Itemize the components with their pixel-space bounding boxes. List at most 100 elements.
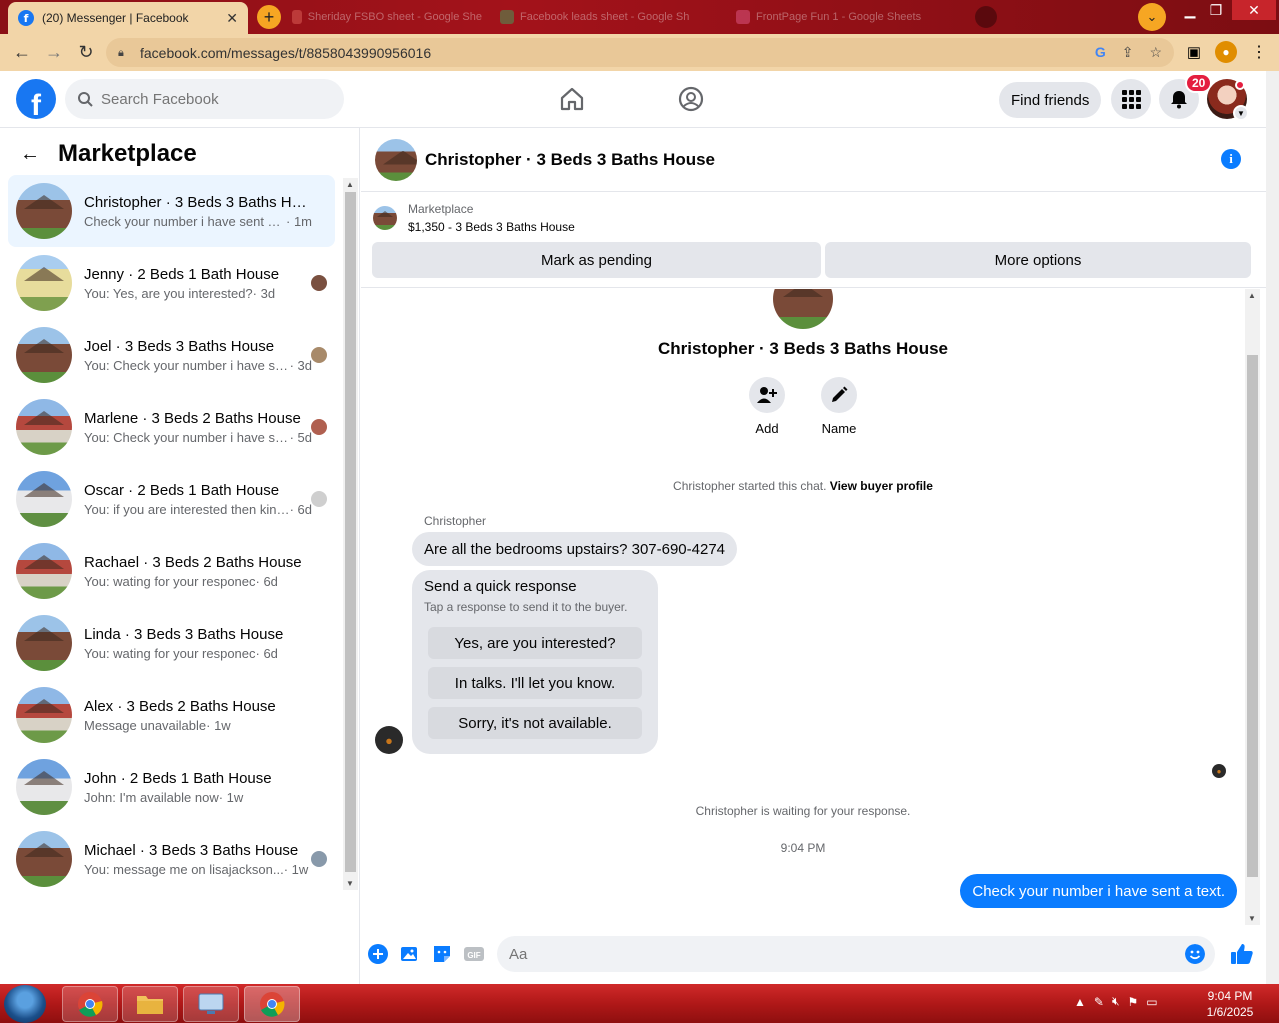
emoji-icon[interactable] [1185,944,1205,964]
browser-profile-icon[interactable]: ● [1215,41,1237,63]
quick-response-button[interactable]: Yes, are you interested? [428,627,642,659]
menu-grid-icon[interactable] [1111,79,1151,119]
control-panel-taskbar-icon[interactable] [183,986,239,1022]
reload-icon[interactable]: ↻ [70,37,102,69]
snippet-text: You: Yes, are you interested? [84,285,253,301]
facebook-search[interactable] [65,79,344,119]
tab-close-icon[interactable]: ✕ [226,10,238,27]
sticker-icon[interactable] [432,944,452,964]
info-icon[interactable]: i [1221,149,1241,169]
listing-description[interactable]: $1,350 - 3 Beds 3 Baths House [408,220,575,234]
search-input[interactable] [101,90,321,108]
facebook-logo-icon[interactable]: f [16,79,56,119]
tab-messenger[interactable]: f (20) Messenger | Facebook ✕ [8,2,248,34]
chrome-logo-icon [260,992,285,1017]
google-icon[interactable]: G [1095,44,1106,61]
chrome-profile-taskbar-icon[interactable] [244,986,300,1022]
chat-list-item[interactable]: Rachael · 3 Beds 2 Baths House You: watin… [8,535,335,607]
photo-icon[interactable] [400,944,420,964]
clock-time: 9:04 PM [1207,989,1253,1003]
search-icon [78,92,93,107]
quick-response-button[interactable]: In talks. I'll let you know. [428,667,642,699]
scrollbar-thumb[interactable] [1247,355,1258,877]
find-friends-button[interactable]: Find friends [999,82,1102,118]
account-chevron-down-icon[interactable]: ▼ [1233,105,1249,121]
listing-thumbnail[interactable] [373,206,397,230]
side-panel-icon[interactable]: ▣ [1187,43,1201,61]
view-buyer-profile-link[interactable]: View buyer profile [830,479,933,493]
name-button[interactable]: Name [814,377,864,436]
network-icon[interactable]: ▭ [1146,995,1157,1009]
sender-avatar[interactable] [375,726,403,754]
chat-list-item[interactable]: Jenny · 2 Beds 1 Bath House You: Yes, are… [8,247,335,319]
quick-response-button[interactable]: Sorry, it's not available. [428,707,642,739]
outgoing-message[interactable]: Check your number i have sent a text. [960,874,1237,908]
maximize-icon[interactable]: ❐ [1200,0,1232,20]
action-center-flag-icon[interactable]: ⚑ [1128,995,1139,1009]
taskbar-clock[interactable]: 9:04 PM 1/6/2025 [1200,988,1260,1020]
scroll-up-icon[interactable]: ▲ [346,180,354,189]
back-arrow-icon[interactable]: ← [6,37,38,69]
snippet-time: · 6d [255,573,278,589]
seen-receipt-avatar [1212,764,1226,778]
scrollbar-thumb[interactable] [345,192,356,872]
sidebar-title: Marketplace [58,140,197,167]
bookmark-star-icon[interactable]: ☆ [1149,44,1162,61]
pen-icon[interactable]: ✎ [1094,995,1104,1009]
home-icon[interactable] [558,85,586,113]
add-button[interactable]: Add [742,377,792,436]
account-status-dot [1235,80,1245,90]
chrome-logo-icon [78,992,103,1017]
tab-background-1[interactable]: Sheriday FSBO sheet - Google She [292,5,482,29]
computer-icon [198,993,224,1014]
groups-icon[interactable] [677,85,705,113]
listing-thumbnail [16,543,72,599]
plus-circle-icon[interactable] [368,944,388,964]
chat-list-item[interactable]: Michael · 3 Beds 3 Baths House You: messa… [8,823,335,895]
window-close-icon[interactable]: ✕ [1232,0,1276,20]
new-tab-button[interactable]: + [257,5,281,29]
file-explorer-taskbar-icon[interactable] [122,986,178,1022]
read-receipt-avatar [311,419,327,435]
tab-background-3[interactable]: FrontPage Fun 1 - Google Sheets [736,5,966,29]
tray-expand-icon[interactable]: ▲ [1074,995,1086,1009]
tab-search-icon[interactable] [975,6,997,28]
sidebar-scrollbar[interactable]: ▲ ▼ [343,178,358,890]
lock-icon[interactable]: 🔒︎ [118,47,128,59]
message-input[interactable] [509,945,1149,963]
scroll-down-icon[interactable]: ▼ [346,879,354,888]
conversation-title[interactable]: Christopher · 3 Beds 3 Baths House [425,150,715,170]
back-arrow-icon[interactable]: ← [20,143,40,166]
tab-background-2[interactable]: Facebook leads sheet - Google Sh [500,5,720,29]
volume-muted-icon[interactable]: 🔇︎ [1112,994,1120,1009]
share-icon[interactable]: ⇪ [1122,44,1134,61]
gif-icon[interactable]: GIF [464,944,484,964]
message-input-box[interactable] [497,936,1215,972]
chat-list-item[interactable]: Alex · 3 Beds 2 Baths House Message unava… [8,679,335,751]
url-text[interactable]: facebook.com/messages/t/8858043990956016 [140,45,1095,61]
chat-list-item[interactable]: Joel · 3 Beds 3 Baths House You: Check yo… [8,319,335,391]
chat-list-item[interactable]: Linda · 3 Beds 3 Baths House You: wating … [8,607,335,679]
chat-list-item[interactable]: John · 2 Beds 1 Bath House John: I'm avai… [8,751,335,823]
quick-response-subtitle: Tap a response to send it to the buyer. [424,600,628,614]
more-options-button[interactable]: More options [825,242,1251,278]
windows-start-icon[interactable] [4,985,46,1023]
incoming-message[interactable]: Are all the bedrooms upstairs? 307-690-4… [412,532,738,566]
window-scrollbar[interactable] [1266,71,1279,984]
chrome-taskbar-icon[interactable] [62,986,118,1022]
folder-icon [137,996,163,1014]
tab-list-chevron-icon[interactable]: ⌄ [1138,3,1166,31]
url-omnibox[interactable]: 🔒︎ facebook.com/messages/t/8858043990956… [106,38,1174,67]
mark-as-pending-button[interactable]: Mark as pending [372,242,821,278]
browser-menu-icon[interactable]: ⋮ [1251,42,1267,62]
thread-scrollbar[interactable]: ▲ ▼ [1245,289,1260,925]
conversation-thumbnail[interactable] [375,138,417,181]
forward-arrow-icon[interactable]: → [38,37,70,69]
chat-list-item[interactable]: Oscar · 2 Beds 1 Bath House You: if you a… [8,463,335,535]
scroll-down-icon[interactable]: ▼ [1248,914,1256,923]
like-thumbs-up-icon[interactable] [1230,942,1254,966]
chat-name: John · 2 Beds 1 Bath House [84,769,272,787]
scroll-up-icon[interactable]: ▲ [1248,291,1256,300]
chat-list-item[interactable]: Christopher · 3 Beds 3 Baths House Check … [8,175,335,247]
chat-list-item[interactable]: Marlene · 3 Beds 2 Baths House You: Check… [8,391,335,463]
